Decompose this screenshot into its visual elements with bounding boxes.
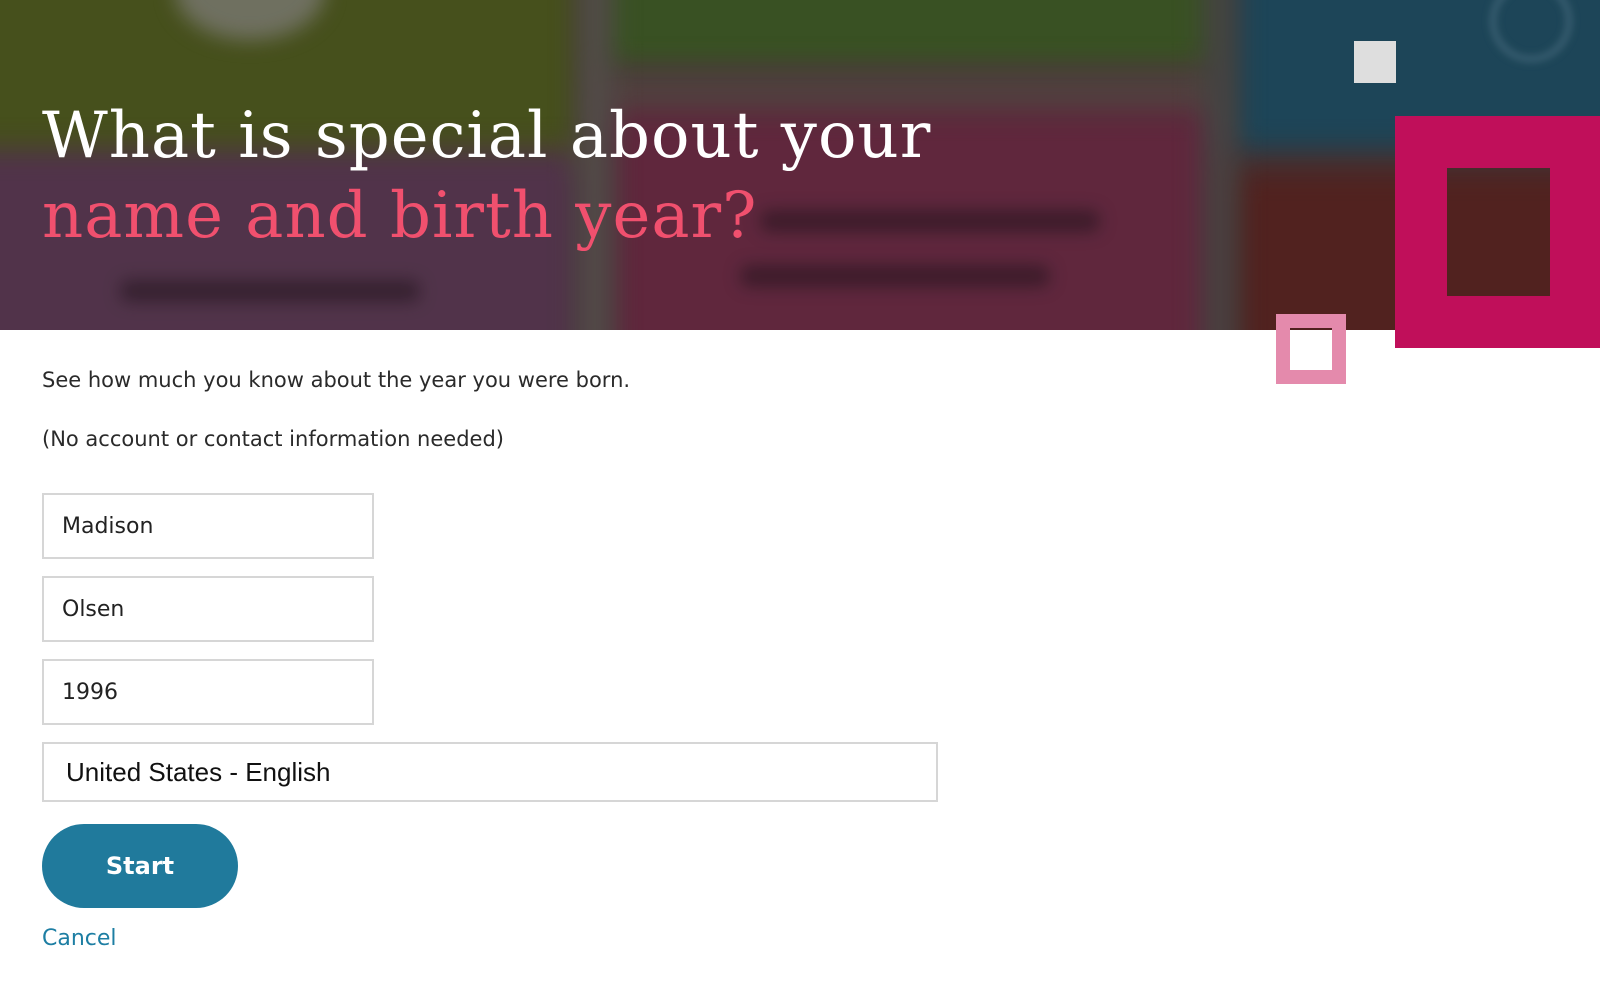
page-title-line2: name and birth year?	[42, 179, 758, 253]
decorative-magenta-square	[1395, 116, 1600, 348]
last-name-input[interactable]	[42, 576, 374, 642]
quiz-start-page: What is special about your name and birt…	[0, 0, 1600, 1000]
first-name-input[interactable]	[42, 493, 374, 559]
decorative-pink-square	[1276, 314, 1346, 384]
decorative-gray-square	[1354, 41, 1396, 83]
page-title-line1: What is special about your	[42, 99, 932, 173]
start-button[interactable]: Start	[42, 824, 238, 908]
intro-text: See how much you know about the year you…	[42, 368, 631, 392]
locale-select-value: United States - English	[66, 756, 331, 787]
page-title: What is special about your name and birt…	[42, 96, 931, 256]
locale-select[interactable]: United States - English	[42, 742, 938, 802]
cancel-link[interactable]: Cancel	[42, 926, 117, 951]
birth-year-input[interactable]	[42, 659, 374, 725]
no-account-note: (No account or contact information neede…	[42, 427, 504, 451]
